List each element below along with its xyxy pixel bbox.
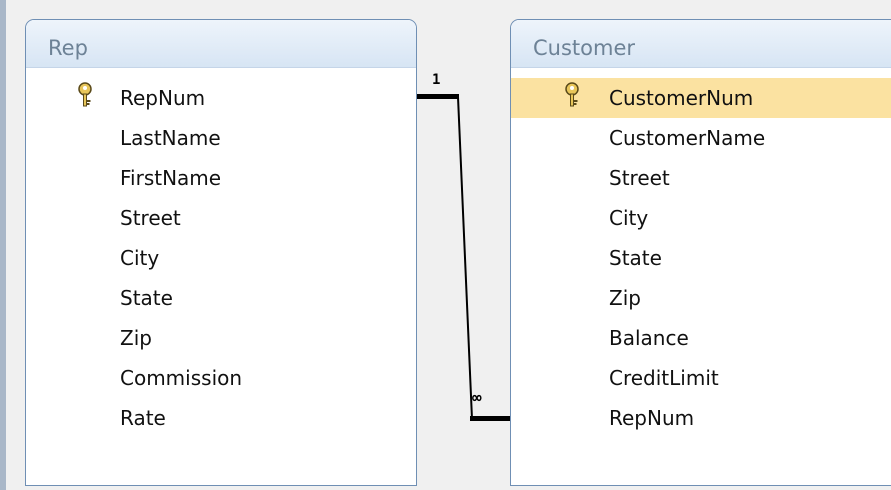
field-rate[interactable]: Rate: [26, 398, 416, 438]
field-label: Commission: [120, 366, 243, 390]
field-street[interactable]: Street: [26, 198, 416, 238]
field-city[interactable]: City: [26, 238, 416, 278]
field-label: CreditLimit: [609, 366, 719, 390]
field-lastname[interactable]: LastName: [26, 118, 416, 158]
customer-table[interactable]: Customer CustomerNum CustomerName Street…: [510, 19, 891, 486]
field-label: Street: [609, 166, 670, 190]
field-customernum[interactable]: CustomerNum: [511, 78, 891, 118]
field-label: Zip: [609, 286, 641, 310]
field-label: Zip: [120, 326, 152, 350]
field-label: LastName: [120, 126, 221, 150]
field-city[interactable]: City: [511, 198, 891, 238]
field-creditlimit[interactable]: CreditLimit: [511, 358, 891, 398]
field-label: State: [120, 286, 173, 310]
customer-table-title: Customer: [533, 36, 636, 60]
field-state[interactable]: State: [511, 238, 891, 278]
rep-table-title: Rep: [48, 36, 88, 60]
field-customername[interactable]: CustomerName: [511, 118, 891, 158]
field-label: Balance: [609, 326, 689, 350]
field-firstname[interactable]: FirstName: [26, 158, 416, 198]
field-repnum[interactable]: RepNum: [511, 398, 891, 438]
field-label: FirstName: [120, 166, 222, 190]
window-left-edge: [0, 0, 6, 490]
field-street[interactable]: Street: [511, 158, 891, 198]
key-icon: [78, 82, 92, 107]
field-repnum[interactable]: RepNum: [26, 78, 416, 118]
field-label: RepNum: [609, 406, 695, 430]
field-label: City: [120, 246, 160, 270]
field-commission[interactable]: Commission: [26, 358, 416, 398]
field-label: CustomerName: [609, 126, 766, 150]
field-label: State: [609, 246, 662, 270]
field-label: Rate: [120, 406, 166, 430]
field-zip[interactable]: Zip: [511, 278, 891, 318]
field-label: Street: [120, 206, 181, 230]
many-side-label: ∞: [472, 388, 482, 407]
field-zip[interactable]: Zip: [26, 318, 416, 358]
one-side-label: 1: [432, 72, 441, 88]
field-label: RepNum: [120, 86, 206, 110]
field-balance[interactable]: Balance: [511, 318, 891, 358]
field-label: City: [609, 206, 649, 230]
field-state[interactable]: State: [26, 278, 416, 318]
field-label: CustomerNum: [609, 86, 754, 110]
key-icon: [565, 82, 579, 107]
customer-table-titlebar[interactable]: Customer: [511, 20, 891, 68]
rep-table-titlebar[interactable]: Rep: [26, 20, 416, 68]
rep-table[interactable]: Rep RepNum LastName FirstName Street Cit…: [25, 19, 417, 486]
